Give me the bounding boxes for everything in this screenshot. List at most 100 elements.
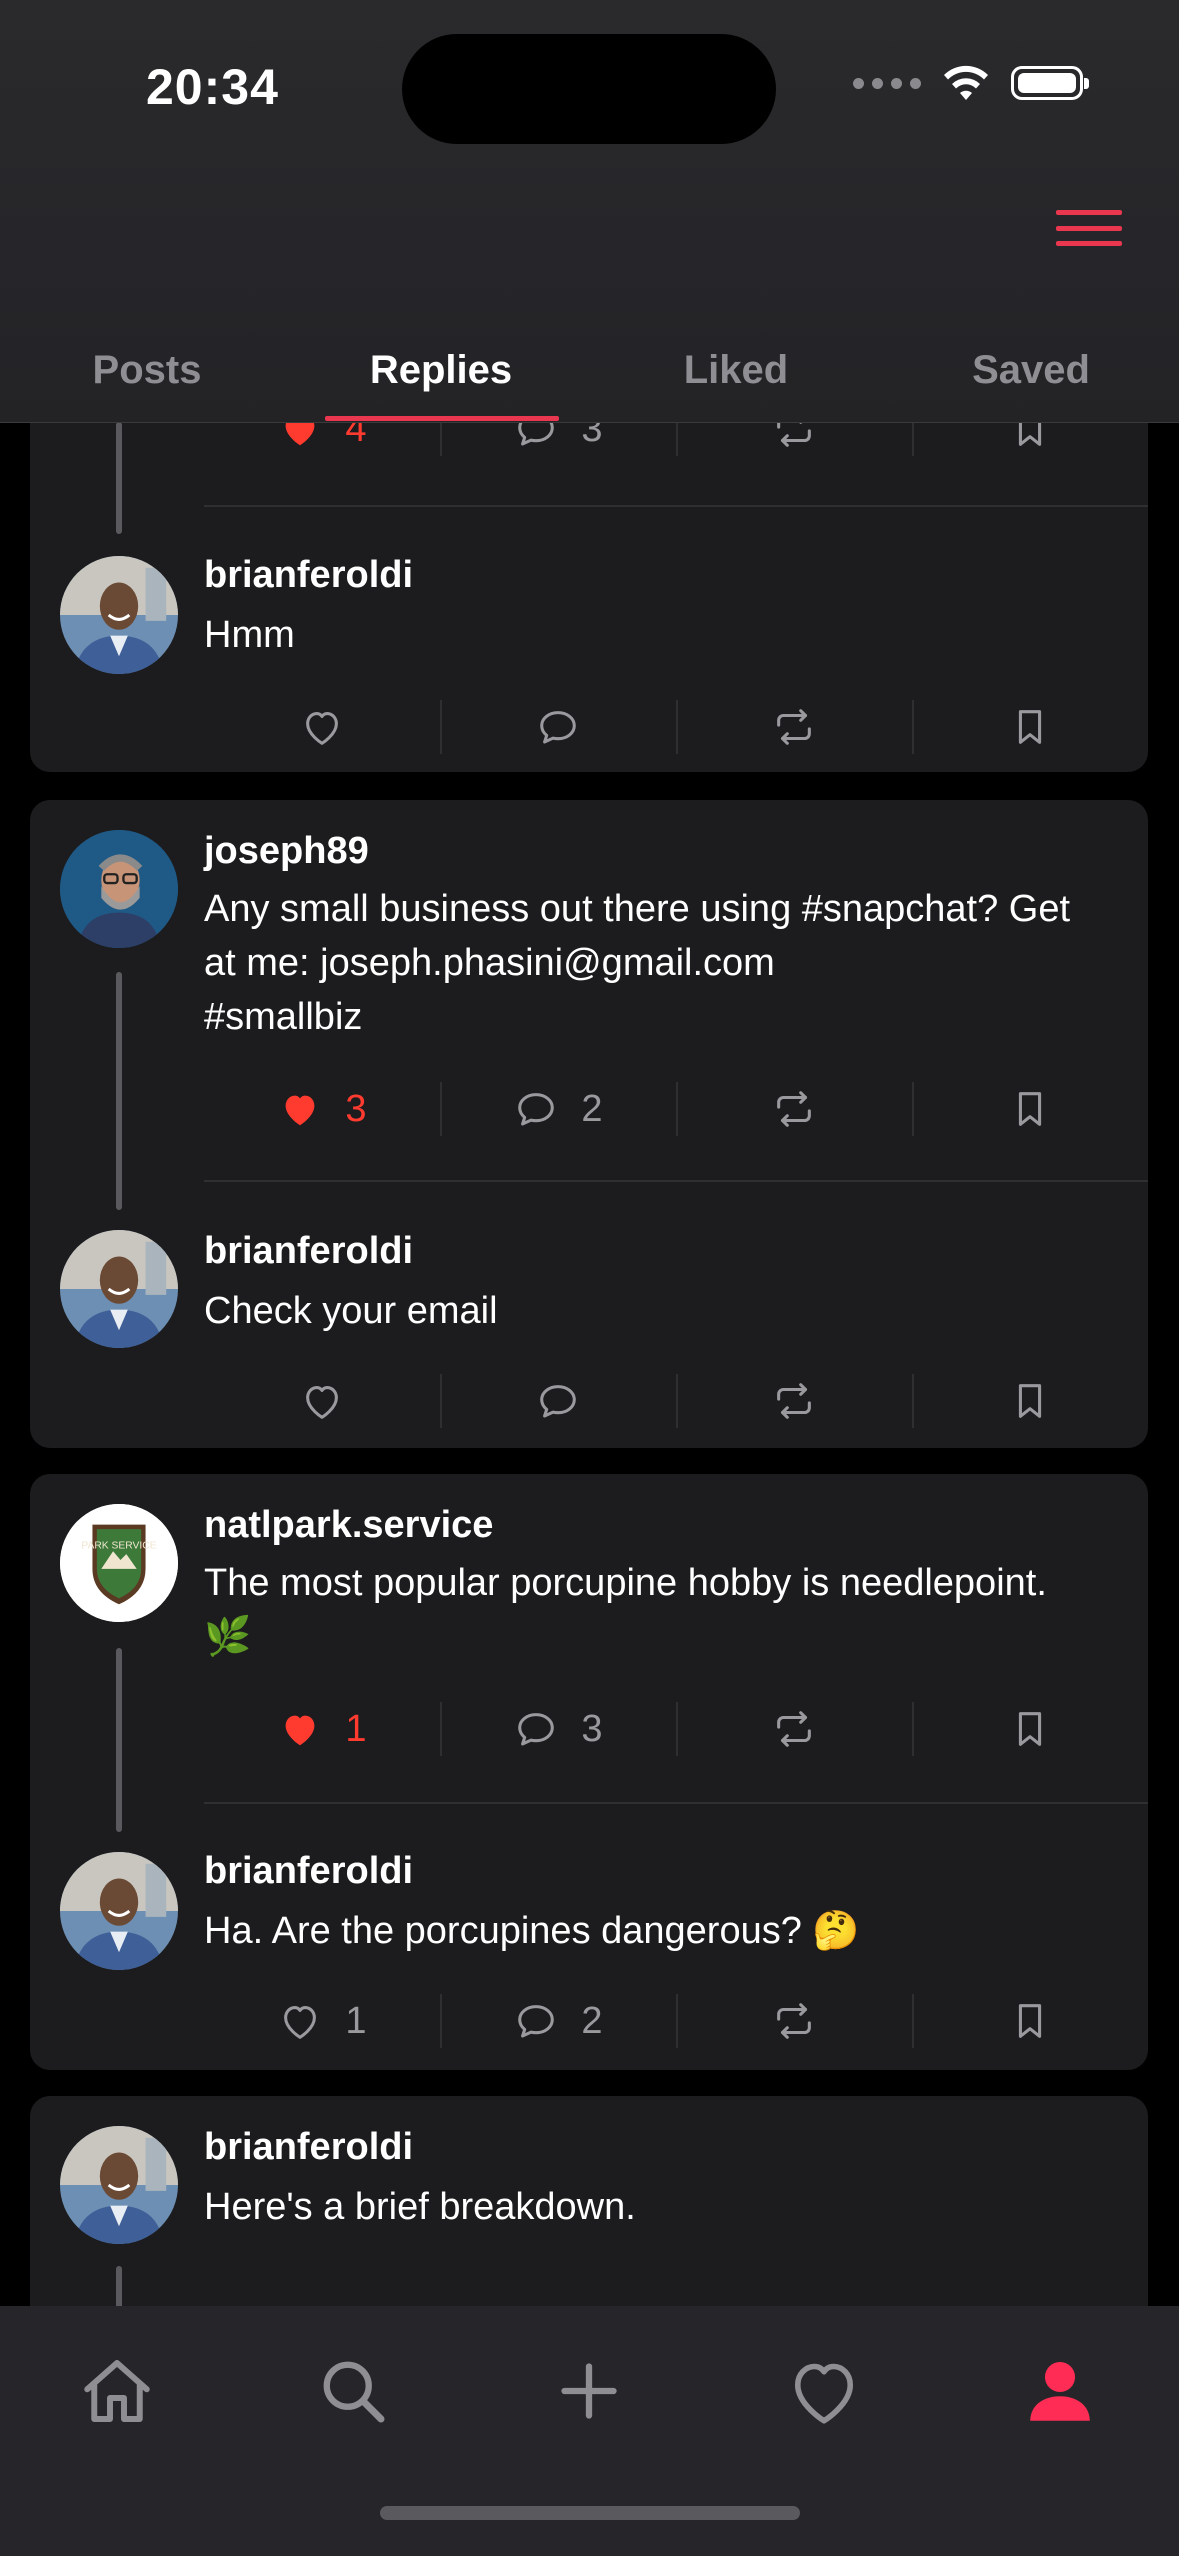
divider (204, 1802, 1148, 1804)
repost-icon (771, 704, 817, 750)
profile-tabs: Posts Replies Liked Saved (0, 336, 1179, 422)
divider (204, 1180, 1148, 1182)
comment-icon (513, 1086, 559, 1132)
bookmark-button[interactable] (912, 692, 1148, 762)
thread-card: PARK SERVICE natlpark.service The most p… (30, 1474, 1148, 2070)
menu-icon[interactable] (1056, 210, 1122, 246)
comment-icon (535, 704, 581, 750)
like-button[interactable] (204, 692, 440, 762)
comment-icon (513, 1998, 559, 2044)
bookmark-button[interactable] (912, 1986, 1148, 2056)
heart-icon (277, 1998, 323, 2044)
post-text: Ha. Are the porcupines dangerous? 🤔 (204, 1910, 860, 1952)
battery-icon (1011, 66, 1089, 100)
home-indicator (380, 2506, 800, 2520)
post-text: Any small business out there using #snap… (204, 882, 1164, 1044)
post-text: Hmm (204, 614, 295, 656)
search-icon[interactable] (308, 2346, 398, 2436)
thread-card: 4 3 brianferoldi Hmm (30, 372, 1148, 772)
like-button[interactable]: 3 (204, 1074, 440, 1144)
comment-icon (513, 1706, 559, 1752)
post-text-line: at me: joseph.phasini@gmail.com (204, 942, 775, 984)
like-count: 1 (345, 1999, 367, 2042)
comment-button[interactable]: 2 (440, 1074, 676, 1144)
post-text-line: #smallbiz (204, 996, 363, 1038)
status-icons (853, 64, 1089, 102)
logo-text: PARK SERVICE (81, 1540, 156, 1551)
repost-button[interactable] (676, 1694, 912, 1764)
username[interactable]: brianferoldi (204, 2126, 413, 2169)
avatar[interactable] (60, 830, 178, 948)
repost-button[interactable] (676, 1074, 912, 1144)
post-text: Here's a brief breakdown. (204, 2186, 636, 2228)
username[interactable]: natlpark.service (204, 1504, 493, 1547)
post-text-line: Any small business out there using #snap… (204, 888, 1071, 930)
avatar[interactable] (60, 556, 178, 674)
like-count: 3 (345, 1087, 367, 1130)
status-time: 20:34 (146, 59, 279, 115)
like-button[interactable]: 1 (204, 1694, 440, 1764)
plus-icon[interactable] (544, 2346, 634, 2436)
profile-icon[interactable] (1015, 2346, 1105, 2436)
repost-icon (771, 1998, 817, 2044)
comment-count: 2 (581, 1087, 603, 1130)
bookmark-icon (1007, 1706, 1053, 1752)
post-text: The most popular porcupine hobby is need… (204, 1556, 1164, 1664)
comment-count: 2 (581, 1999, 603, 2042)
avatar[interactable]: PARK SERVICE (60, 1504, 178, 1622)
username[interactable]: brianferoldi (204, 1850, 413, 1893)
tab-replies[interactable]: Replies (331, 348, 551, 393)
wifi-icon (944, 65, 988, 100)
repost-icon (771, 1378, 817, 1424)
thread-card: joseph89 Any small business out there us… (30, 800, 1148, 1448)
thread-line (116, 422, 122, 534)
repost-button[interactable] (676, 1366, 912, 1436)
dynamic-island (402, 34, 776, 144)
bottom-nav (0, 2306, 1179, 2556)
heart-icon (299, 1378, 345, 1424)
avatar[interactable] (60, 1230, 178, 1348)
tab-posts[interactable]: Posts (37, 348, 257, 393)
post-text: Check your email (204, 1290, 498, 1332)
username[interactable]: brianferoldi (204, 1230, 413, 1273)
repost-button[interactable] (676, 1986, 912, 2056)
post-text-line: The most popular porcupine hobby is need… (204, 1562, 1047, 1604)
header: 20:34 Posts Replies Liked Saved (0, 0, 1179, 423)
home-icon[interactable] (72, 2346, 162, 2436)
comment-button[interactable] (440, 692, 676, 762)
like-button[interactable] (204, 1366, 440, 1436)
post-actions: 1 2 (204, 1986, 1148, 2056)
username[interactable]: brianferoldi (204, 554, 413, 597)
bookmark-icon (1007, 1086, 1053, 1132)
bookmark-button[interactable] (912, 1694, 1148, 1764)
comment-button[interactable]: 3 (440, 1694, 676, 1764)
heart-filled-icon (277, 1086, 323, 1132)
emoji: 🌿 (204, 1616, 252, 1658)
bookmark-button[interactable] (912, 1366, 1148, 1436)
heart-filled-icon (277, 1706, 323, 1752)
repost-button[interactable] (676, 692, 912, 762)
thread-line (116, 1648, 122, 1832)
avatar[interactable] (60, 1852, 178, 1970)
post-actions (204, 1366, 1148, 1436)
bookmark-icon (1007, 704, 1053, 750)
comment-count: 3 (581, 1707, 603, 1750)
post-actions: 3 2 (204, 1074, 1148, 1144)
bookmark-button[interactable] (912, 1074, 1148, 1144)
post-actions (204, 692, 1148, 762)
username[interactable]: joseph89 (204, 830, 369, 873)
bookmark-icon (1007, 1998, 1053, 2044)
avatar[interactable] (60, 2126, 178, 2244)
tab-saved[interactable]: Saved (921, 348, 1141, 393)
tab-liked[interactable]: Liked (626, 348, 846, 393)
signal-icon (853, 77, 921, 89)
comment-button[interactable]: 2 (440, 1986, 676, 2056)
bookmark-icon (1007, 1378, 1053, 1424)
heart-icon (299, 704, 345, 750)
like-button[interactable]: 1 (204, 1986, 440, 2056)
comment-button[interactable] (440, 1366, 676, 1436)
heart-icon[interactable] (779, 2346, 869, 2436)
comment-icon (535, 1378, 581, 1424)
divider (204, 505, 1148, 507)
repost-icon (771, 1086, 817, 1132)
